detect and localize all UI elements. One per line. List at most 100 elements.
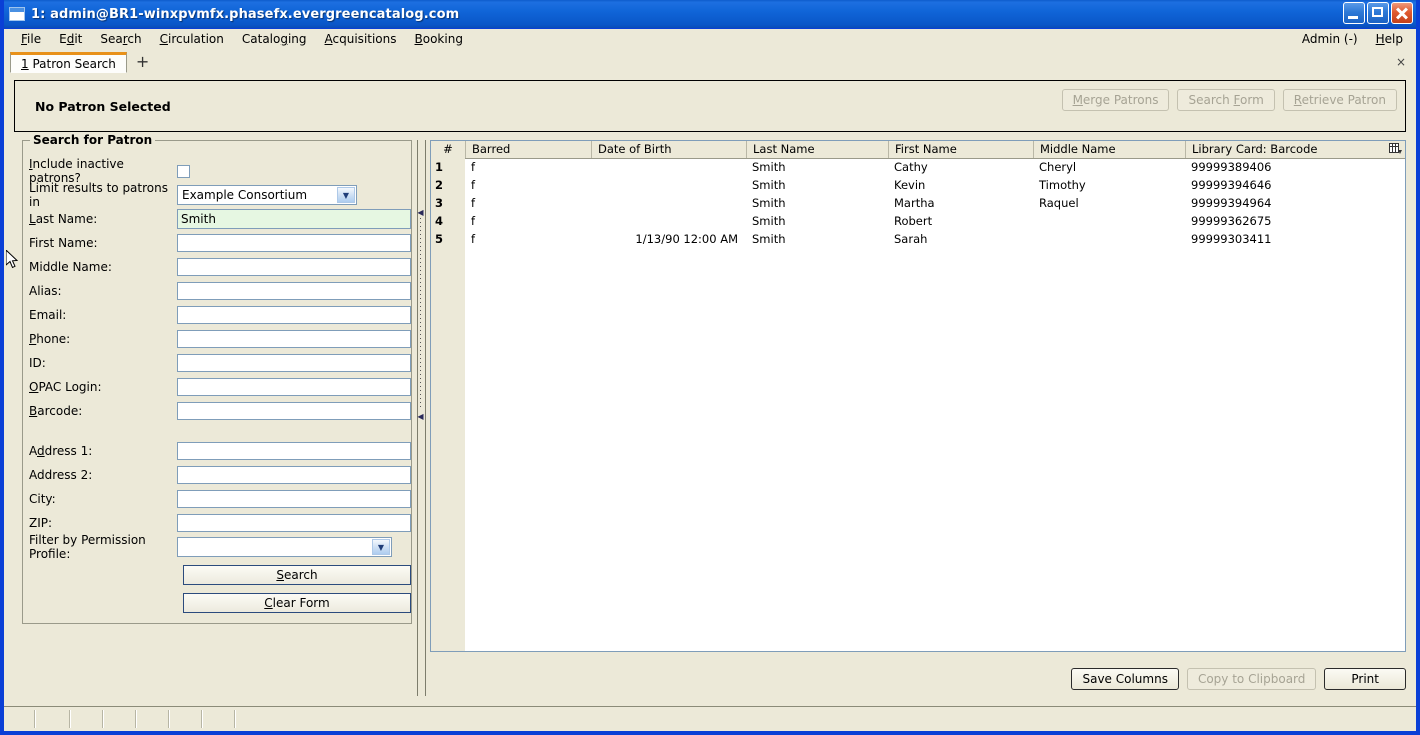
status-cell-1 <box>6 710 36 728</box>
cell-middle-name: Raquel <box>1039 196 1079 210</box>
include-inactive-checkbox[interactable] <box>177 164 190 178</box>
merge-patrons-button[interactable]: Merge Patrons <box>1061 89 1170 111</box>
menu-search[interactable]: Search <box>91 30 150 48</box>
status-cell-4 <box>104 710 137 728</box>
menu-help[interactable]: Help <box>1367 30 1412 48</box>
print-button[interactable]: Print <box>1324 668 1406 690</box>
results-gutter-filler <box>431 248 465 651</box>
cell-barred: f <box>471 214 476 228</box>
cell-date-of-birth <box>591 212 746 230</box>
limit-results-select[interactable]: Example Consortium ▼ <box>177 185 357 205</box>
row-include-inactive: Include inactive patrons? <box>23 157 411 185</box>
city-label: City: <box>29 492 56 506</box>
menu-file[interactable]: File <box>12 30 50 48</box>
chevron-down-icon[interactable]: ▼ <box>372 539 390 555</box>
id-input[interactable] <box>177 354 411 372</box>
zip-input[interactable] <box>177 514 411 532</box>
splitter-collapse-left-icon[interactable]: ◀ <box>417 208 424 217</box>
status-cell-2 <box>36 710 71 728</box>
first-name-input[interactable] <box>177 234 411 252</box>
cell-middle-name: Timothy <box>1039 178 1086 192</box>
column-header-barred[interactable]: Barred <box>465 141 591 158</box>
limit-results-value: Example Consortium <box>182 188 308 202</box>
menu-circulation[interactable]: Circulation <box>151 30 233 48</box>
maximize-icon[interactable] <box>1367 2 1389 24</box>
id-label: ID: <box>29 356 46 370</box>
minimize-icon[interactable] <box>1343 2 1365 24</box>
column-picker-icon[interactable] <box>1387 142 1403 156</box>
window-icon <box>9 7 25 21</box>
row-first-name: First Name: <box>23 231 411 255</box>
search-form-button[interactable]: Search Form <box>1177 89 1275 111</box>
address-1-input[interactable] <box>177 442 411 460</box>
splitter-collapse-right-icon[interactable]: ◀ <box>417 412 424 421</box>
last-name-input[interactable] <box>177 209 411 229</box>
last-name-label: Last Name: <box>29 212 98 226</box>
city-input[interactable] <box>177 490 411 508</box>
close-icon[interactable] <box>1391 2 1413 24</box>
table-row[interactable]: 1 f Smith Cathy Cheryl 99999389406 <box>431 158 1405 176</box>
row-email: Email: <box>23 303 411 327</box>
search-form-rows: Include inactive patrons? Limit results … <box>23 157 411 615</box>
column-header-library-card-barcode[interactable]: Library Card: Barcode <box>1185 141 1405 158</box>
permission-profile-select[interactable]: ▼ <box>177 537 392 557</box>
menu-booking[interactable]: Booking <box>406 30 472 48</box>
menu-cataloging[interactable]: Cataloging <box>233 30 316 48</box>
table-row[interactable]: 4 f Smith Robert 99999362675 <box>431 212 1405 230</box>
new-tab-button[interactable]: + <box>127 53 158 72</box>
status-cell-6 <box>170 710 203 728</box>
results-blank-filler <box>465 248 1405 651</box>
cell-barcode: 99999389406 <box>1191 160 1272 174</box>
menu-acquisitions[interactable]: Acquisitions <box>316 30 406 48</box>
alias-input[interactable] <box>177 282 411 300</box>
copy-to-clipboard-button[interactable]: Copy to Clipboard <box>1186 668 1317 690</box>
email-input[interactable] <box>177 306 411 324</box>
chevron-down-icon[interactable]: ▼ <box>337 187 355 203</box>
search-for-patron-fieldset: Search for Patron Include inactive patro… <box>22 133 412 624</box>
save-columns-button[interactable]: Save Columns <box>1071 668 1179 690</box>
row-phone: Phone: <box>23 327 411 351</box>
barcode-input[interactable] <box>177 402 411 420</box>
menu-admin[interactable]: Admin (-) <box>1293 30 1367 48</box>
menu-file-label: ile <box>27 32 42 46</box>
row-address-1: Address 1: <box>23 439 411 463</box>
email-label: Email: <box>29 308 67 322</box>
close-tab-icon[interactable]: × <box>1396 55 1406 69</box>
tab-strip: 1 Patron Search + × <box>4 49 1416 73</box>
cell-barcode: 99999303411 <box>1191 232 1272 246</box>
table-row[interactable]: 3 f Smith Martha Raquel 99999394964 <box>431 194 1405 212</box>
row-opac-login: OPAC Login: <box>23 375 411 399</box>
row-number: 4 <box>431 212 465 230</box>
row-zip: ZIP: <box>23 511 411 535</box>
results-header-row: # Barred Date of Birth Last Name First N… <box>431 141 1405 159</box>
table-row[interactable]: 2 f Smith Kevin Timothy 99999394646 <box>431 176 1405 194</box>
pane-splitter[interactable]: ◀ ◀ <box>412 140 430 696</box>
opac-login-input[interactable] <box>177 378 411 396</box>
tab-patron-search-label: Patron Search <box>28 56 116 71</box>
column-header-first-name[interactable]: First Name <box>888 141 1033 158</box>
cell-barred: f <box>471 232 476 246</box>
column-header-date-of-birth[interactable]: Date of Birth <box>591 141 746 158</box>
menu-edit[interactable]: Edit <box>50 30 91 48</box>
row-last-name: Last Name: <box>23 207 411 231</box>
column-header-number[interactable]: # <box>431 141 465 158</box>
cell-barcode: 99999394646 <box>1191 178 1272 192</box>
row-address-2: Address 2: <box>23 463 411 487</box>
table-row[interactable]: 5 f 1/13/90 12:00 AM Smith Sarah 9999930… <box>431 230 1405 248</box>
status-bar <box>4 706 1416 731</box>
row-number: 5 <box>431 230 465 248</box>
search-button[interactable]: Search <box>183 565 411 585</box>
tab-patron-search[interactable]: 1 Patron Search <box>10 52 127 73</box>
retrieve-patron-button[interactable]: Retrieve Patron <box>1282 89 1397 111</box>
clear-form-button[interactable]: Clear Form <box>183 593 411 613</box>
column-header-last-name[interactable]: Last Name <box>746 141 888 158</box>
middle-name-input[interactable] <box>177 258 411 276</box>
cell-last-name: Smith <box>752 214 786 228</box>
splitter-grip <box>420 218 421 408</box>
patron-status-label: No Patron Selected <box>35 98 171 114</box>
address-2-input[interactable] <box>177 466 411 484</box>
window-title: 1: admin@BR1-winxpvmfx.phasefx.evergreen… <box>31 6 460 22</box>
phone-input[interactable] <box>177 330 411 348</box>
column-header-middle-name[interactable]: Middle Name <box>1033 141 1185 158</box>
patron-summary-bar: No Patron Selected Merge Patrons Search … <box>14 80 1406 132</box>
